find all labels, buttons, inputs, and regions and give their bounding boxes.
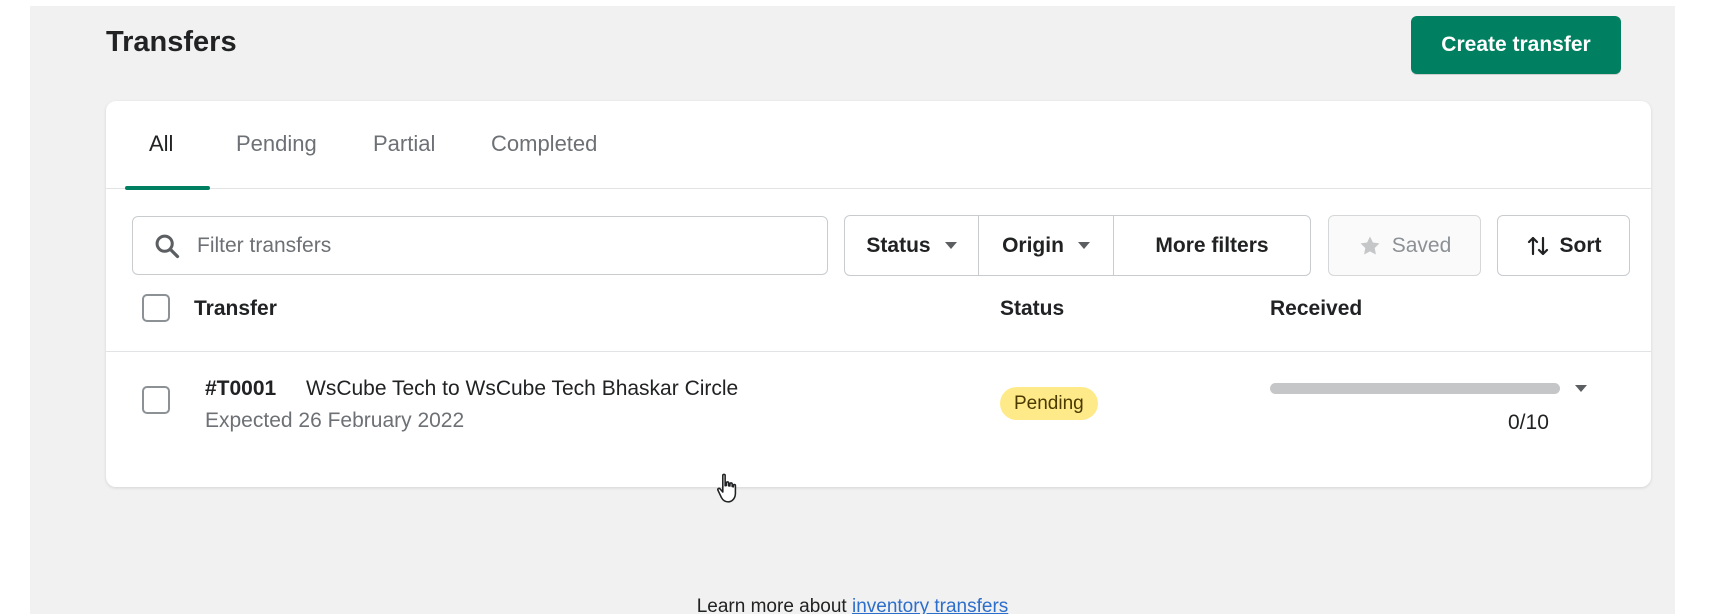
caret-down-icon[interactable] [1575,385,1587,392]
more-filters-button[interactable]: More filters [1114,216,1310,275]
select-all-checkbox[interactable] [142,294,170,322]
transfers-card: All Pending Partial Completed Status Ori… [106,101,1651,487]
caret-down-icon [944,242,957,249]
table-row[interactable]: #T0001 WsCube Tech to WsCube Tech Bhaska… [106,352,1651,487]
tab-bar: All Pending Partial Completed [106,101,1651,190]
status-badge: Pending [1000,387,1098,420]
filter-button-group: Status Origin More filters [844,215,1311,276]
create-transfer-button[interactable]: Create transfer [1411,16,1621,74]
footer-help-text: Learn more about inventory transfers [30,596,1675,614]
transfer-id[interactable]: #T0001 [205,377,276,401]
status-filter-label: Status [866,233,931,257]
saved-button[interactable]: Saved [1328,215,1481,276]
pointer-cursor-icon [717,473,737,503]
star-icon [1360,236,1380,254]
column-header-received: Received [1270,297,1363,320]
row-checkbox[interactable] [142,386,170,414]
tab-partial[interactable]: Partial [373,131,435,189]
saved-label: Saved [1391,233,1452,257]
received-count: 0/10 [1508,411,1549,434]
tab-completed[interactable]: Completed [491,131,597,189]
sort-label: Sort [1559,233,1602,257]
inventory-transfers-link[interactable]: inventory transfers [852,596,1008,614]
page-title: Transfers [106,26,237,58]
footer-prefix: Learn more about [696,596,852,614]
transfer-expected-date: Expected 26 February 2022 [205,409,465,432]
page-background: Transfers Create transfer All Pending Pa… [30,6,1675,614]
origin-filter-label: Origin [1002,233,1064,257]
column-header-status: Status [1000,297,1065,320]
active-tab-indicator [125,186,210,190]
search-input[interactable] [197,217,797,274]
column-header-transfer: Transfer [194,297,277,320]
received-progress-bar [1270,383,1560,394]
sort-button[interactable]: Sort [1497,215,1630,276]
sort-arrows-icon [1527,236,1548,255]
search-field[interactable] [132,216,828,275]
more-filters-label: More filters [1155,233,1269,257]
tab-pending[interactable]: Pending [236,131,317,189]
tab-all[interactable]: All [149,131,173,189]
page-header: Transfers Create transfer [106,16,1621,74]
transfer-name: WsCube Tech to WsCube Tech Bhaskar Circl… [306,377,739,400]
status-filter-button[interactable]: Status [845,216,979,275]
caret-down-icon [1077,242,1090,249]
origin-filter-button[interactable]: Origin [979,216,1114,275]
search-icon [155,234,180,259]
